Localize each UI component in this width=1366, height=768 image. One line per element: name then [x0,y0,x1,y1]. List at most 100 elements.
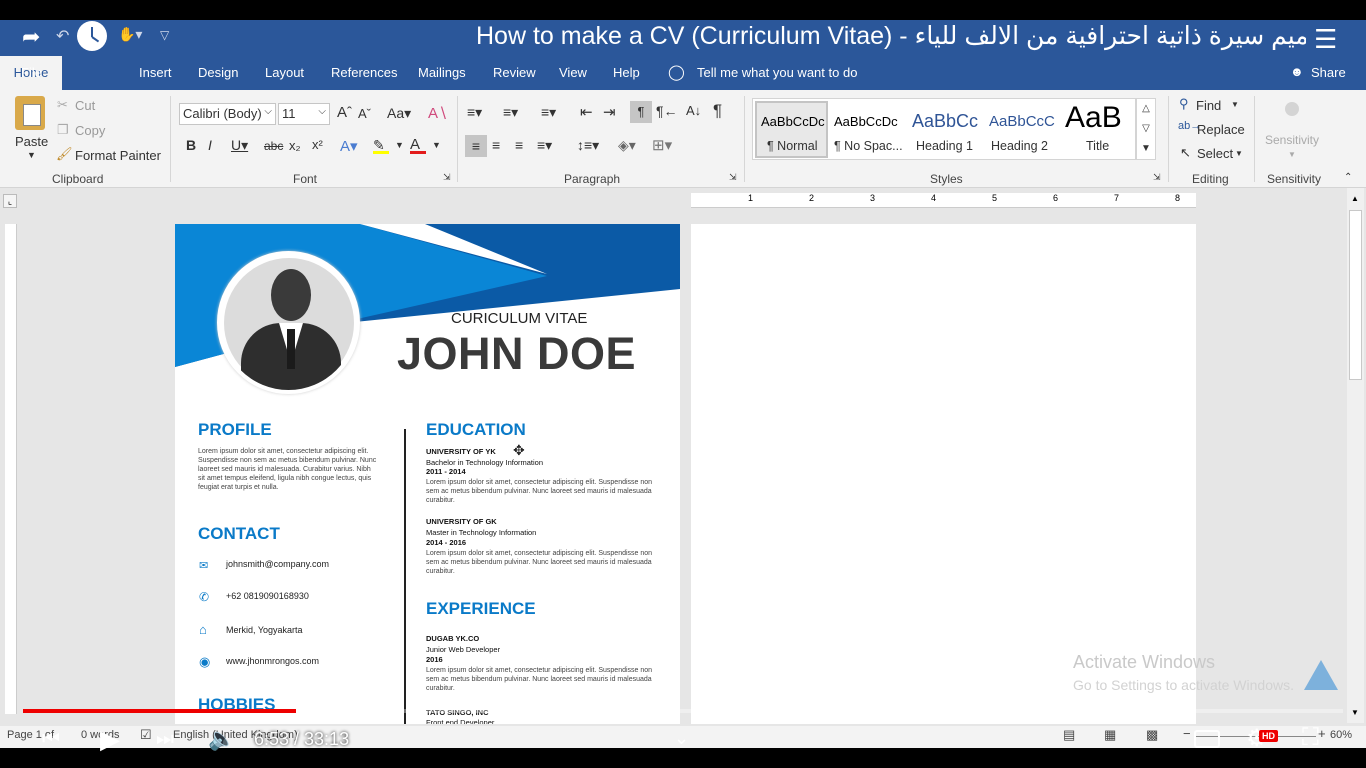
text-effects-icon[interactable]: A▾ [340,137,358,155]
document-page-blank[interactable]: Activate Windows Go to Settings to activ… [691,224,1294,724]
shading-icon[interactable]: ◈▾ [618,137,636,154]
clipboard-icon[interactable] [15,96,45,130]
line-spacing-icon[interactable]: ↕≡▾ [577,137,599,154]
playlist-icon[interactable]: ☰ [1314,24,1337,55]
copy-button[interactable]: Copy [75,123,105,138]
shrink-font-icon[interactable]: Aˇ [358,106,371,121]
watch-later-icon[interactable] [77,21,107,51]
italic-icon[interactable]: I [208,137,212,153]
style-no-spacing[interactable]: AaBbCcDc ¶ No Spac... [832,101,908,158]
vertical-ruler[interactable] [5,224,17,714]
fullscreen-icon[interactable]: ⛶ [1302,724,1319,752]
clear-formatting-icon[interactable]: A∖ [428,104,448,122]
increase-indent-icon[interactable]: ⇥ [603,103,616,121]
scrollbar-thumb[interactable] [1349,210,1362,380]
sensitivity-icon[interactable] [1285,102,1299,116]
tab-view[interactable]: View [559,65,587,80]
tab-file[interactable]: File [21,65,42,80]
font-color-dropdown-icon[interactable]: ▼ [432,140,441,150]
font-name-select[interactable]: Calibri (Body) ⌵ [179,103,276,125]
play-icon[interactable]: ▶ [100,724,120,755]
subtitles-icon[interactable] [1194,730,1220,748]
find-icon[interactable]: ⚲ [1179,96,1189,112]
volume-icon[interactable]: 🔈 [208,726,235,752]
replace-button[interactable]: Replace [1197,122,1245,137]
find-button[interactable]: Find [1196,98,1221,113]
grow-font-icon[interactable]: Aˆ [337,104,352,121]
format-painter-button[interactable]: Format Painter [75,148,161,163]
bullets-icon[interactable]: ≡▾ [467,104,482,121]
video-player[interactable]: ➦ ↶ ✋▾ ▽ How to make a CV (Curriculum Vi… [0,0,1366,768]
touch-mode-icon[interactable]: ✋▾ [118,26,142,43]
cut-button[interactable]: Cut [75,98,95,113]
font-color-icon[interactable]: A [410,136,426,154]
dialog-launcher-icon[interactable]: ⇲ [443,172,451,183]
style-normal[interactable]: AaBbCcDc ¶ Normal [755,101,828,158]
web-layout-icon[interactable]: ▩ [1146,727,1158,743]
zoom-level[interactable]: 60% [1330,729,1352,741]
dialog-launcher-icon[interactable]: ⇲ [1153,172,1161,183]
change-case-icon[interactable]: Aa▾ [387,105,411,122]
collapse-ribbon-icon[interactable]: ⌃ [1344,172,1352,183]
scroll-down-icon[interactable]: ▼ [1351,708,1359,717]
chevron-down-icon[interactable]: ▼ [27,150,36,160]
select-button[interactable]: Select [1197,146,1233,161]
tab-layout[interactable]: Layout [265,65,304,80]
format-painter-icon[interactable]: 🖌 [56,146,73,162]
copy-icon[interactable]: ❐ [57,122,69,138]
paste-button[interactable]: Paste [15,134,48,149]
align-right-icon[interactable]: ≡ [515,137,523,153]
zoom-in-icon[interactable]: + [1318,726,1326,741]
customize-toolbar-icon[interactable]: ▽ [160,28,169,42]
superscript-icon[interactable]: x² [312,137,323,152]
align-center-icon[interactable]: ≡ [492,137,500,153]
undo-icon[interactable]: ↶ [56,26,69,46]
sort-icon[interactable]: A↓ [686,103,701,118]
tell-me-input[interactable]: Tell me what you want to do [697,65,857,80]
style-title[interactable]: AaB Title [1059,101,1134,158]
horizontal-ruler[interactable]: 1 2 3 4 5 6 7 8 [691,193,1196,208]
share-button[interactable]: Share [1311,65,1346,80]
chevron-down-icon[interactable]: ▼ [1235,149,1243,158]
dialog-launcher-icon[interactable]: ⇲ [729,172,737,183]
tab-mailings[interactable]: Mailings [418,65,466,80]
font-size-select[interactable]: 11 ⌵ [278,103,330,125]
chevron-down-icon[interactable]: ⌄ [674,728,689,749]
scroll-up-icon[interactable]: ▲ [1351,194,1359,203]
ltr-icon[interactable]: ¶ [630,101,652,123]
proofing-icon[interactable]: ☑ [140,727,152,743]
highlight-dropdown-icon[interactable]: ▼ [395,140,404,150]
subscript-icon[interactable]: x₂ [289,138,301,153]
chevron-down-icon[interactable]: ▼ [1231,100,1239,109]
style-heading-2[interactable]: AaBbCcC Heading 2 [987,101,1057,158]
highlight-icon[interactable]: ✎ [373,137,389,154]
styles-scroll[interactable]: △ ▽ ▼ [1136,98,1156,160]
pilcrow-icon[interactable]: ¶ [713,101,722,121]
bold-icon[interactable]: B [186,137,196,153]
decrease-indent-icon[interactable]: ⇤ [580,103,593,121]
underline-icon[interactable]: U▾ [231,137,248,154]
print-layout-icon[interactable]: ▦ [1104,727,1116,743]
sensitivity-button[interactable]: Sensitivity [1265,133,1319,147]
style-heading-1[interactable]: AaBbCc Heading 1 [910,101,986,158]
multilevel-list-icon[interactable]: ≡▾ [541,104,556,121]
previous-icon[interactable]: ⏮ [42,728,60,751]
video-progress-bar[interactable] [23,709,1343,713]
rtl-icon[interactable]: ¶← [656,103,678,119]
tab-insert[interactable]: Insert [139,65,172,80]
vertical-scrollbar[interactable]: ▲ ▼ [1347,188,1364,723]
numbering-icon[interactable]: ≡▾ [503,104,518,121]
borders-icon[interactable]: ⊞▾ [652,136,672,154]
ruler-corner[interactable]: ⌞ [3,194,17,208]
strikethrough-icon[interactable]: abc [264,139,283,153]
align-left-icon[interactable]: ≡ [465,135,487,157]
justify-icon[interactable]: ≡▾ [537,137,552,154]
read-mode-icon[interactable]: ▤ [1063,727,1075,743]
tab-review[interactable]: Review [493,65,536,80]
tab-design[interactable]: Design [198,65,238,80]
zoom-out-icon[interactable]: − [1183,726,1191,741]
cut-icon[interactable]: ✂ [57,97,68,113]
next-icon[interactable]: ⏭ [156,728,174,751]
tab-references[interactable]: References [331,65,397,80]
document-page-cv[interactable]: CURICULUM VITAE JOHN DOE PROFILE Lorem i… [175,224,680,724]
